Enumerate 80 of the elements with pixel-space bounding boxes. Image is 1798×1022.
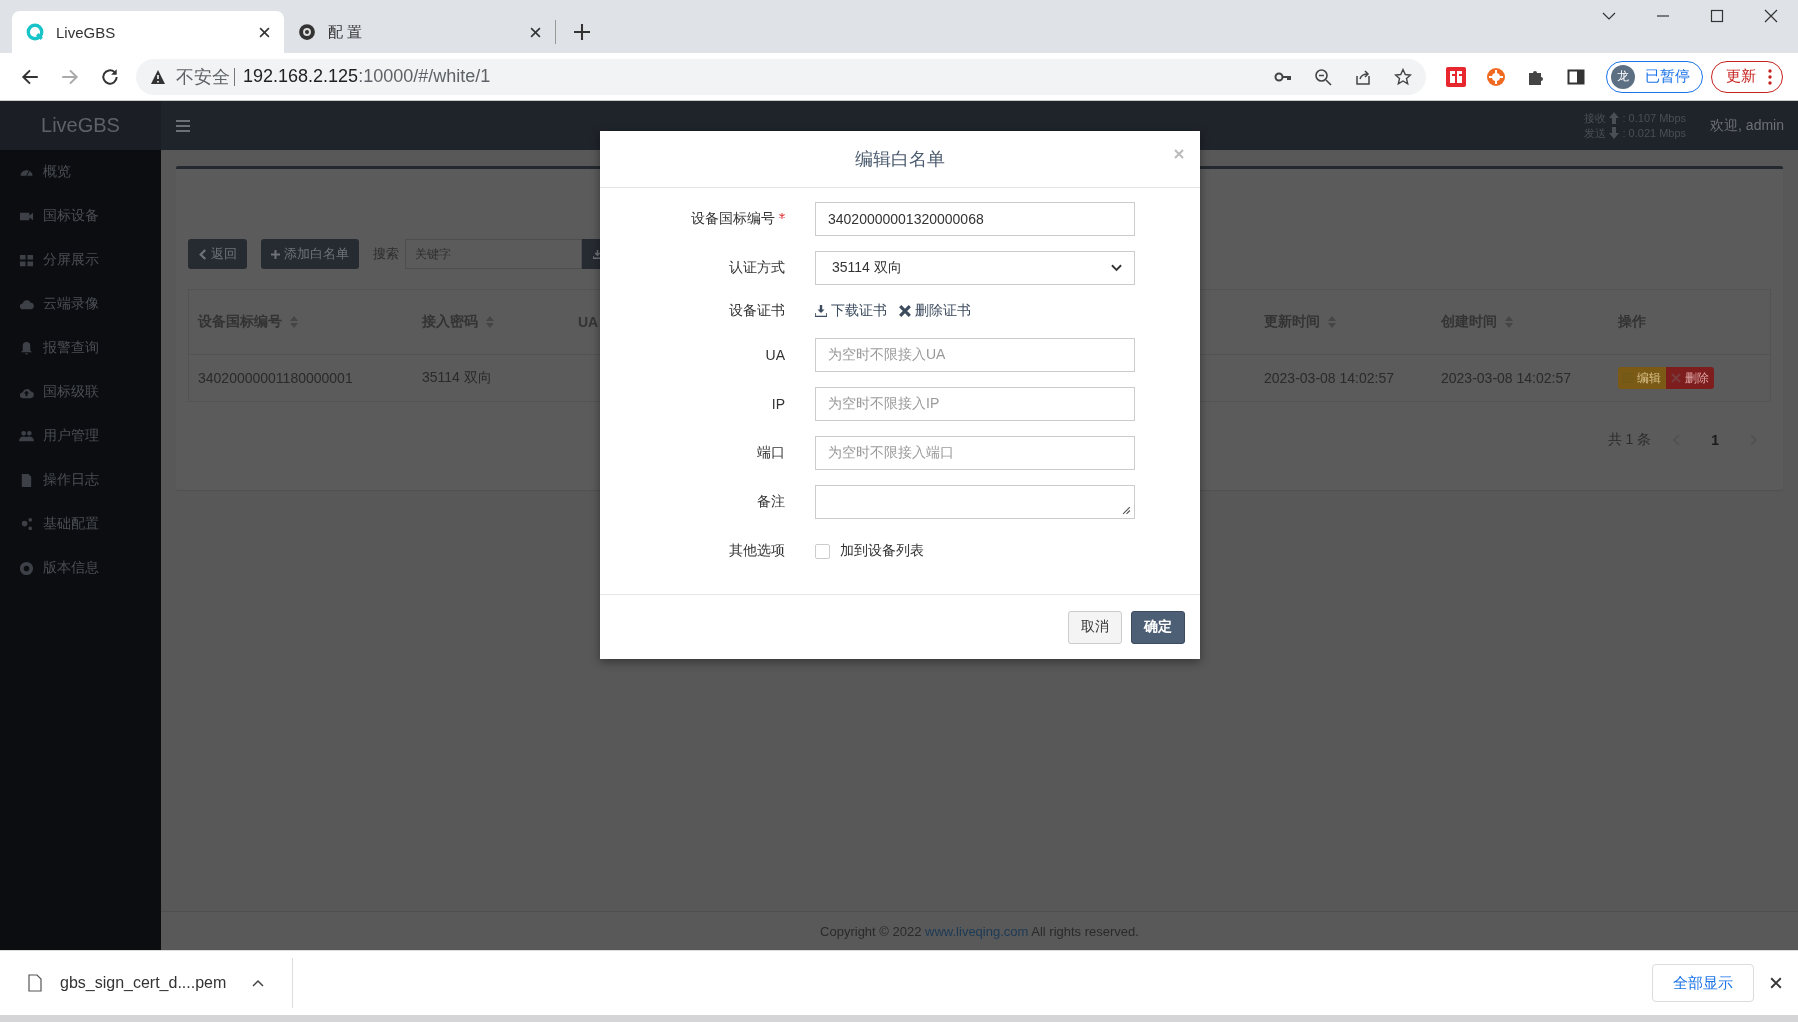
star-icon[interactable] [1394, 67, 1412, 86]
sidebar-item[interactable]: 国标级联 [0, 370, 161, 414]
field-label: UA [765, 346, 785, 363]
grid-icon [19, 252, 34, 268]
delete-button[interactable]: 删除 [1666, 367, 1714, 389]
cancel-button[interactable]: 取消 [1068, 610, 1122, 644]
show-all-button[interactable]: 全部显示 [1652, 964, 1754, 1002]
field-label: 设备国标编号 [691, 209, 775, 228]
confirm-button[interactable]: 确定 [1131, 610, 1185, 644]
sidebar-item[interactable]: 国标设备 [0, 194, 161, 238]
file-icon [19, 472, 34, 488]
edit-button[interactable]: 编辑 [1618, 367, 1666, 389]
close-icon[interactable] [1764, 9, 1778, 23]
delete-certificate-link[interactable]: 删除证书 [899, 302, 971, 320]
q-logo-icon [26, 23, 44, 41]
input-field[interactable]: 34020000001320000068 [815, 201, 1135, 236]
welcome-text[interactable]: 欢迎, admin [1710, 116, 1784, 135]
close-icon[interactable] [1770, 977, 1782, 989]
browser-tab[interactable]: LiveGBS [12, 11, 284, 53]
close-icon[interactable] [259, 26, 270, 38]
plus-icon[interactable] [574, 24, 590, 40]
users-icon [19, 428, 34, 444]
share-icon[interactable] [1354, 67, 1372, 86]
menu-icon[interactable] [176, 119, 190, 132]
bell-icon [19, 340, 34, 356]
fe-extension-icon[interactable] [1446, 66, 1466, 87]
input-field[interactable]: 为空时不限接入端口 [815, 435, 1135, 470]
resize-grip-icon[interactable] [1122, 505, 1131, 515]
chevron-down-icon [1111, 263, 1122, 272]
sidebar-item[interactable]: 分屏展示 [0, 238, 161, 282]
download-item[interactable]: gbs_sign_cert_d....pem [0, 958, 294, 1008]
checkbox[interactable] [815, 543, 830, 559]
sidebar-item[interactable]: 基础配置 [0, 502, 161, 546]
sidebar-item[interactable]: 用户管理 [0, 414, 161, 458]
browser-tab[interactable]: 配 置 [284, 20, 556, 44]
chevron-up-icon [252, 979, 265, 987]
input-field[interactable]: 为空时不限接入UA [815, 337, 1135, 372]
lifebuoy-icon [19, 560, 34, 576]
maximize-icon[interactable] [1710, 9, 1724, 23]
download-icon [592, 248, 602, 260]
download-icon [815, 305, 827, 317]
close-icon [899, 305, 911, 317]
field-label: 设备证书 [729, 302, 785, 320]
field-label: IP [771, 395, 785, 412]
checkbox-label[interactable]: 加到设备列表 [840, 542, 924, 560]
select-dropdown[interactable]: 35114 双向 [815, 250, 1135, 285]
plus-icon [271, 248, 280, 260]
close-icon[interactable] [530, 26, 541, 38]
lifebuoy-extension-icon[interactable] [1486, 66, 1506, 87]
sidebar-item[interactable]: 报警查询 [0, 326, 161, 370]
zoom-out-icon[interactable] [1314, 67, 1332, 86]
sidebar-item[interactable]: 操作日志 [0, 458, 161, 502]
page-number[interactable]: 1 [1711, 432, 1719, 448]
warning-icon [150, 68, 166, 85]
reload-icon[interactable] [100, 66, 120, 87]
add-whitelist-button[interactable]: 添加白名单 [261, 239, 359, 269]
field-label: 备注 [757, 492, 785, 511]
profile-avatar: 龙 [1611, 64, 1635, 89]
sidebar-item[interactable]: 概览 [0, 150, 161, 194]
camera-lens-icon [298, 23, 316, 41]
address-bar[interactable]: 不安全 192.168.2.125:10000/#/white/1 [136, 58, 1426, 95]
input-field[interactable]: 为空时不限接入IP [815, 386, 1135, 421]
chevron-left-icon [198, 248, 207, 260]
more-icon [1768, 68, 1772, 85]
back-button[interactable]: 返回 [188, 239, 247, 269]
sidebar-item[interactable]: 云端录像 [0, 282, 161, 326]
sidebar-item[interactable]: 版本信息 [0, 546, 161, 590]
download-certificate-link[interactable]: 下载证书 [815, 302, 887, 320]
field-label: 其他选项 [729, 542, 785, 560]
arrow-down-icon [1609, 127, 1620, 139]
field-label: 认证方式 [729, 258, 785, 277]
file-icon [28, 974, 42, 992]
security-label: 不安全 [176, 65, 230, 89]
field-label: 端口 [757, 443, 785, 462]
website-link[interactable]: www.liveqing.com [925, 923, 1029, 939]
app-logo[interactable]: LiveGBS [0, 101, 161, 150]
dialog-title: 编辑白名单 [855, 148, 945, 171]
arrow-up-icon [1609, 112, 1620, 124]
url-text: 192.168.2.125:10000/#/white/1 [243, 66, 491, 87]
close-icon [1671, 373, 1681, 383]
